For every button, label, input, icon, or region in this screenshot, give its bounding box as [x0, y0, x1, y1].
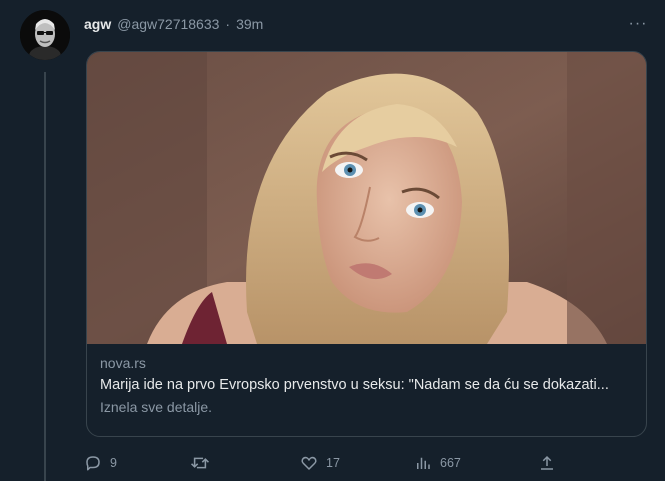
display-name[interactable]: agw [84, 16, 111, 32]
avatar[interactable] [20, 10, 70, 60]
avatar-image [20, 10, 70, 60]
like-count: 17 [326, 456, 340, 470]
like-button[interactable]: 17 [300, 450, 340, 476]
reply-icon [86, 456, 100, 471]
card-image [87, 52, 646, 344]
tweet-header: agw @agw72718633 · 39m [84, 14, 263, 34]
timestamp[interactable]: 39m [236, 16, 263, 32]
heart-icon [301, 456, 317, 470]
separator-dot: · [225, 16, 231, 32]
views-count: 667 [440, 456, 461, 470]
tweet-actions: 9 17 667 [84, 450, 654, 476]
retweet-button[interactable] [190, 450, 218, 476]
share-icon [541, 455, 553, 470]
retweet-icon [190, 457, 210, 469]
more-icon[interactable]: ··· [624, 12, 652, 36]
reply-button[interactable]: 9 [84, 450, 117, 476]
thread-line [44, 72, 46, 481]
card-description: Iznela sve detalje. [100, 399, 213, 415]
card-title: Marija ide na prvo Evropsko prvenstvo u … [100, 377, 609, 393]
card-text: nova.rs Marija ide na prvo Evropsko prve… [100, 352, 634, 418]
share-button[interactable] [538, 450, 556, 476]
card-domain: nova.rs [100, 355, 146, 371]
user-handle[interactable]: @agw72718633 [117, 16, 219, 32]
views-icon [417, 457, 430, 469]
link-card[interactable]: nova.rs Marija ide na prvo Evropsko prve… [86, 51, 647, 437]
reply-count: 9 [110, 456, 117, 470]
views-button[interactable]: 667 [414, 450, 461, 476]
